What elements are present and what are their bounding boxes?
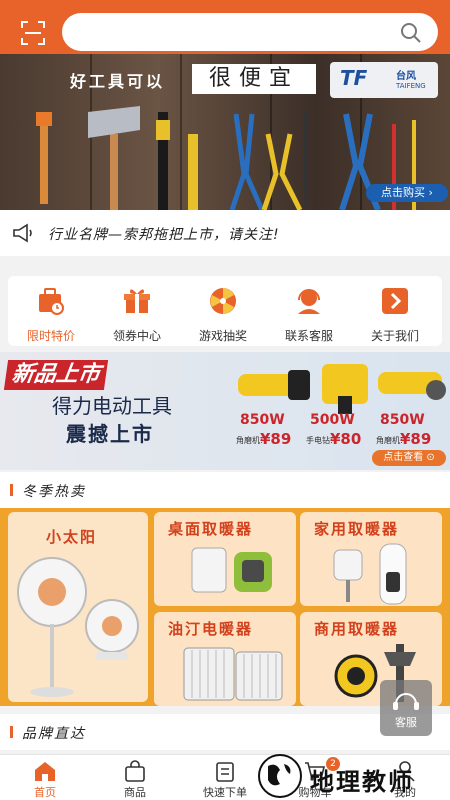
floating-cs-label: 客服 [395, 716, 417, 729]
hot-item-desktop-heater[interactable]: 桌面取暖器 [154, 512, 296, 606]
menu-item-coupons[interactable]: 领券中心 [94, 286, 180, 344]
menu-label: 关于我们 [370, 329, 419, 343]
tab-label: 首页 [34, 786, 56, 799]
section-winter-header: 冬季热卖 [0, 472, 450, 508]
home-icon [35, 762, 55, 781]
price-watt: 850W [240, 412, 285, 428]
price-kind: 角磨机: [376, 436, 403, 445]
flash-sale-icon [39, 288, 64, 315]
price-item: 850W 角磨机: ¥89 [376, 412, 450, 452]
heater-illustration [333, 543, 407, 605]
hot-label: 小太阳 [46, 528, 98, 546]
power-tools-illustration [238, 364, 446, 414]
price-watt: 500W [310, 412, 355, 428]
quick-menu: 限时特价 领券中心 游戏抽奖 联系客服 关于我们 [8, 276, 442, 346]
heater-illustration [17, 557, 139, 697]
heater-illustration [191, 547, 272, 593]
hero-banner[interactable]: 好工具可以 很便宜 TF 台风 TAIFENG 点击购买 › [0, 54, 450, 210]
banner-title-highlight: 很便宜 [192, 64, 316, 94]
hot-item-home-heater[interactable]: 家用取暖器 [300, 512, 442, 606]
logo-cn: 台风 [396, 71, 416, 82]
section-accent [10, 726, 13, 738]
price-kind: 角磨机: [236, 436, 263, 445]
banner-title: 好工具可以 [70, 72, 166, 91]
globe-icon [258, 754, 302, 798]
promo-line1: 得力电动工具 [52, 394, 172, 418]
hot-item-oil-heater[interactable]: 油汀电暖器 [154, 612, 296, 706]
price-kind: 手电钻: [306, 436, 333, 445]
watermark: 地理教师 [252, 752, 450, 800]
promo-view-button[interactable]: 点击查看 ⊙ [372, 450, 446, 466]
promo-line2: 震撼上市 [66, 422, 154, 446]
notice-bar[interactable]: 行业名牌—索邦拖把上市，请关注! [0, 210, 450, 256]
section-accent [10, 484, 13, 496]
shopping-bag-icon [125, 760, 145, 782]
winter-hot-panel: 小太阳 桌面取暖器 家用取暖器 油汀电暖器 商用取暖器 [0, 508, 450, 706]
megaphone-icon [13, 223, 32, 243]
scan-icon [21, 21, 45, 45]
customer-service-icon [298, 289, 320, 314]
menu-item-flash-sale[interactable]: 限时特价 [8, 286, 94, 344]
price-item: 500W 手电钻: ¥80 [306, 412, 380, 452]
menu-item-about[interactable]: 关于我们 [352, 286, 438, 344]
logo-en: TAIFENG [396, 82, 426, 90]
promo-tag: 新品上市 [3, 360, 109, 390]
price-item: 850W 角磨机: ¥89 [236, 412, 310, 452]
menu-item-lottery[interactable]: 游戏抽奖 [180, 286, 266, 344]
menu-label: 领券中心 [112, 329, 161, 343]
menu-label: 联系客服 [284, 329, 333, 343]
logo-tf: TF [340, 66, 368, 90]
notice-text: 行业名牌—索邦拖把上市，请关注! [48, 227, 280, 243]
lottery-wheel-icon [210, 288, 236, 314]
hot-label: 桌面取暖器 [168, 520, 254, 538]
price-value: ¥89 [260, 430, 292, 448]
search-icon[interactable] [400, 22, 422, 44]
menu-label: 游戏抽奖 [198, 329, 247, 343]
section-title: 冬季热卖 [22, 484, 86, 500]
tab-label: 商品 [124, 786, 146, 799]
hot-item-big[interactable]: 小太阳 [8, 512, 148, 702]
promo-banner[interactable]: 新品上市 得力电动工具 震撼上市 850W 角磨机: ¥89 500W 手电钻:… [0, 352, 450, 470]
buy-now-button[interactable]: 点击购买 › [366, 184, 448, 202]
status-bar [0, 0, 450, 10]
section-title: 品牌直达 [22, 726, 86, 742]
hot-label: 油汀电暖器 [168, 620, 254, 638]
about-arrow-icon [382, 288, 408, 314]
search-input[interactable] [62, 13, 438, 51]
watermark-text: 地理教师 [310, 768, 414, 796]
heater-illustration [183, 647, 283, 701]
price-value: ¥80 [330, 430, 362, 448]
floating-customer-service-button[interactable]: 客服 [380, 680, 432, 736]
header [0, 10, 450, 54]
quick-order-icon [216, 762, 234, 782]
hot-label: 商用取暖器 [314, 620, 400, 638]
hot-label: 家用取暖器 [314, 520, 400, 538]
price-watt: 850W [380, 412, 425, 428]
headset-icon [393, 693, 419, 710]
menu-item-customer-service[interactable]: 联系客服 [266, 286, 352, 344]
gift-icon [124, 289, 150, 313]
price-value: ¥89 [400, 430, 432, 448]
brand-logo: TF 台风 TAIFENG [330, 62, 438, 98]
tab-products[interactable]: 商品 [90, 755, 180, 800]
scan-button[interactable] [20, 20, 46, 46]
tab-home[interactable]: 首页 [0, 755, 90, 800]
menu-label: 限时特价 [26, 329, 75, 343]
